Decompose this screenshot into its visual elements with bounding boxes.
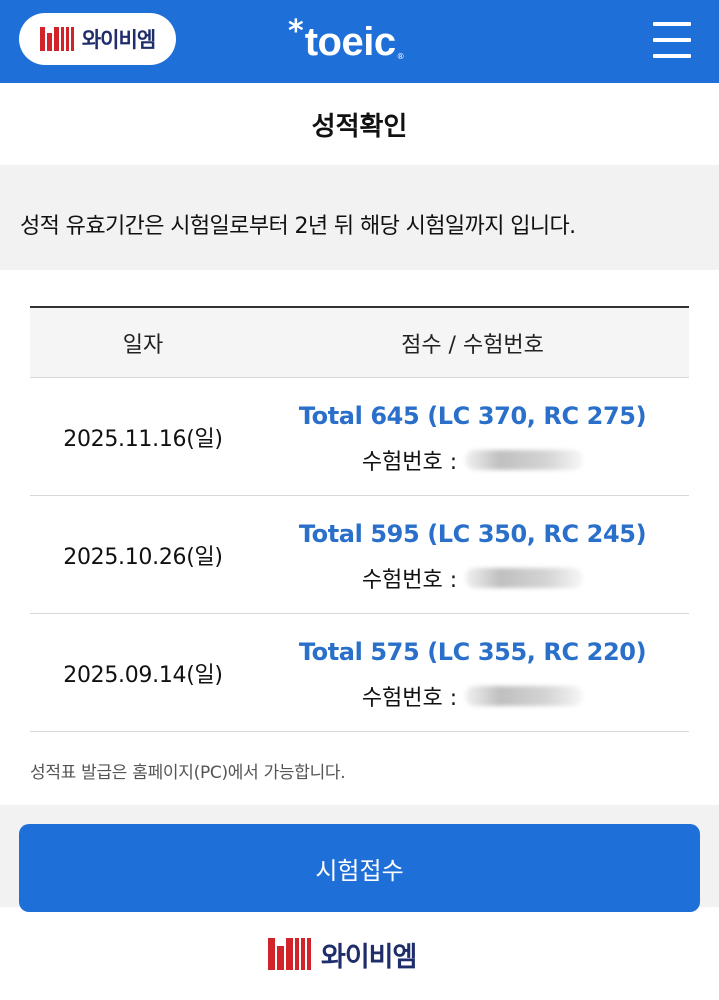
masked-exam-number (465, 450, 584, 470)
footer-brand-text: 와이비엠 (321, 941, 417, 973)
toeic-star-icon: * (288, 14, 304, 49)
test-date: 2025.09.14(일) (63, 662, 223, 688)
toeic-logo[interactable]: * toeic ® (288, 14, 405, 66)
exam-number-line: 수험번호 : (256, 562, 689, 594)
report-issue-note: 성적표 발급은 홈페이지(PC)에서 가능합니다. (30, 763, 346, 783)
total-score: Total 575 (LC 355, RC 220) (298, 638, 647, 666)
column-header-date: 일자 (122, 333, 164, 358)
exam-number-label: 수험번호 : (361, 450, 458, 475)
total-score: Total 645 (LC 370, RC 275) (298, 402, 647, 430)
ybm-home-link[interactable]: 와이비엠 (19, 13, 176, 65)
ybm-logo-icon (39, 27, 76, 51)
masked-exam-number (465, 568, 584, 588)
ybm-brand-text: 와이비엠 (81, 28, 156, 52)
masked-exam-number (465, 686, 584, 706)
test-date: 2025.10.26(일) (63, 544, 223, 570)
table-row: 2025.10.26(일) Total 595 (LC 350, RC 245)… (30, 496, 689, 614)
score-cell: Total 645 (LC 370, RC 275) 수험번호 : (256, 378, 689, 495)
exam-number-line: 수험번호 : (256, 444, 689, 476)
test-date: 2025.11.16(일) (63, 426, 223, 452)
score-cell: Total 575 (LC 355, RC 220) 수험번호 : (256, 614, 689, 731)
validity-notice: 성적 유효기간은 시험일로부터 2년 뒤 해당 시험일까지 입니다. (20, 214, 576, 239)
registered-mark: ® (396, 52, 405, 61)
score-table: 일자 점수 / 수험번호 2025.11.16(일) Total 645 (LC… (30, 306, 689, 732)
footer-ybm-logo[interactable]: 와이비엠 (268, 934, 417, 974)
page-title: 성적확인 (311, 111, 408, 142)
score-cell: Total 595 (LC 350, RC 245) 수험번호 : (256, 496, 689, 613)
table-row: 2025.09.14(일) Total 575 (LC 355, RC 220)… (30, 614, 689, 732)
hamburger-menu-icon[interactable] (653, 22, 691, 58)
ybm-logo-icon (268, 938, 313, 970)
toeic-logo-text: toeic (304, 20, 396, 64)
table-row: 2025.11.16(일) Total 645 (LC 370, RC 275)… (30, 378, 689, 496)
exam-number-label: 수험번호 : (361, 568, 458, 593)
top-header: 와이비엠 * toeic ® (0, 0, 719, 83)
total-score: Total 595 (LC 350, RC 245) (298, 520, 647, 548)
table-header: 일자 점수 / 수험번호 (30, 306, 689, 378)
exam-number-label: 수험번호 : (361, 686, 458, 711)
register-exam-button[interactable]: 시험접수 (19, 824, 700, 912)
column-header-score: 점수 / 수험번호 (401, 333, 544, 358)
exam-number-line: 수험번호 : (256, 680, 689, 712)
